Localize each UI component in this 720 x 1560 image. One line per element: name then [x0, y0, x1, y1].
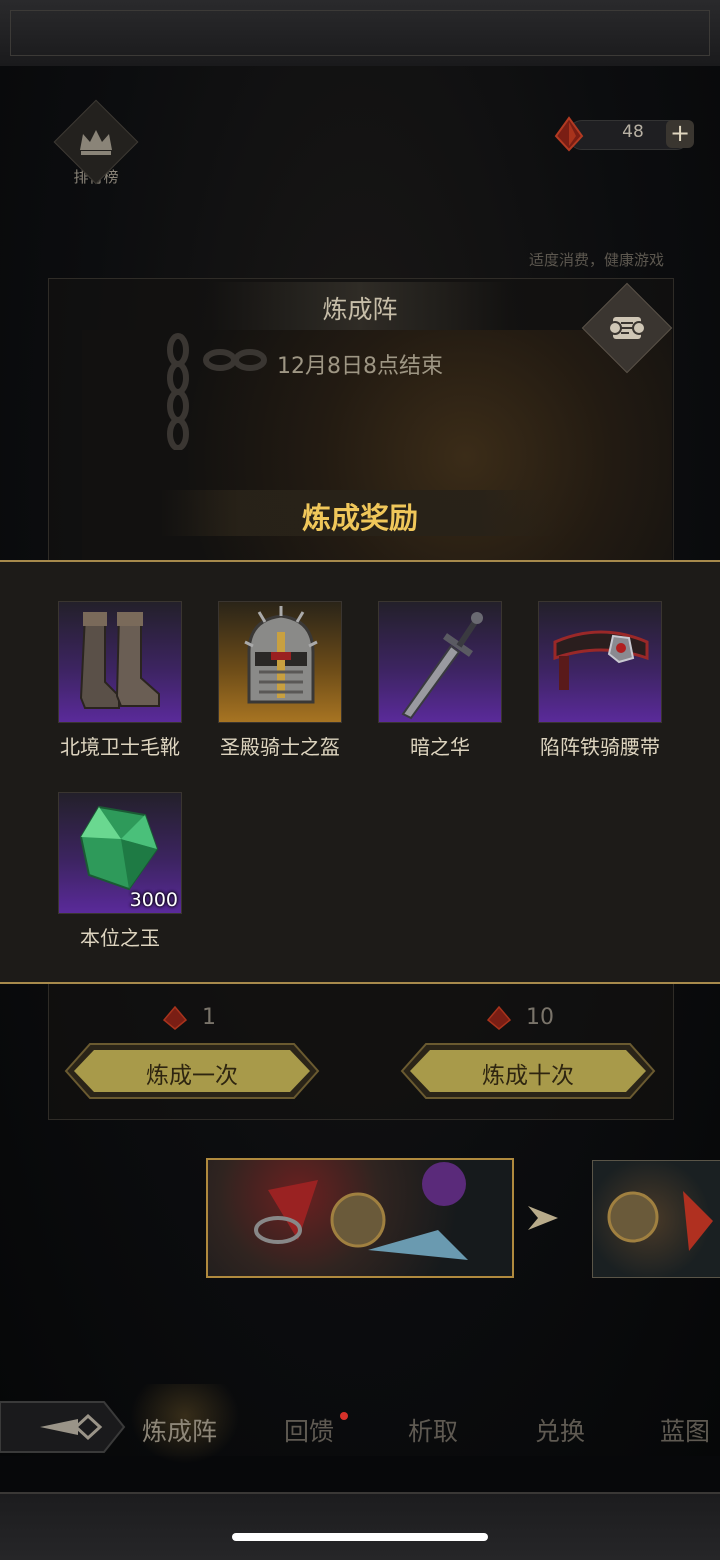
banner-next[interactable]: [592, 1160, 720, 1278]
bottom-tab-bar: 炼成阵 回馈 析取 兑换 蓝图: [0, 1394, 720, 1464]
bottom-frame: [0, 1492, 720, 1560]
craft-ten-label: 炼成十次: [482, 1063, 574, 1089]
back-button[interactable]: [0, 1394, 126, 1460]
red-crystal-icon: [162, 1005, 188, 1030]
red-crystal-icon: [486, 1005, 512, 1030]
banner-current[interactable]: [206, 1158, 514, 1278]
craft-once-button[interactable]: 炼成一次: [64, 1042, 320, 1100]
reward-item[interactable]: 陷阵铁骑腰带: [520, 601, 680, 760]
craft-ten-button[interactable]: 炼成十次: [400, 1042, 656, 1100]
banner-artwork: [254, 1162, 468, 1260]
sword-icon: [401, 612, 483, 720]
single-cost-value: 1: [202, 1005, 216, 1030]
notification-badge: [340, 1412, 348, 1420]
belt-icon: [553, 630, 649, 690]
tab-exchange[interactable]: 兑换: [535, 1412, 585, 1448]
craft-once-label: 炼成一次: [146, 1063, 238, 1089]
crown-icon: [80, 130, 112, 155]
top-frame: [0, 0, 720, 68]
reward-icon-frame: [378, 601, 502, 723]
reward-name: 陷阵铁骑腰带: [540, 735, 660, 759]
reward-item[interactable]: 暗之华: [360, 601, 520, 760]
reward-name: 暗之华: [410, 735, 470, 759]
helmet-icon: [244, 606, 318, 704]
banner-artwork: [607, 1191, 713, 1251]
next-arrow-icon[interactable]: [526, 1204, 560, 1232]
reward-quantity: 3000: [129, 889, 178, 911]
reward-name: 圣殿骑士之盔: [220, 735, 340, 759]
single-cost: 1: [160, 1005, 216, 1030]
reward-name: 本位之玉: [80, 926, 160, 950]
add-currency-button[interactable]: +: [666, 120, 694, 148]
home-indicator[interactable]: [232, 1533, 488, 1541]
boots-icon: [79, 612, 160, 709]
reward-name: 北境卫士毛靴: [60, 735, 180, 759]
reward-icon-frame: [218, 601, 342, 723]
currency-amount: 48: [622, 122, 644, 142]
tab-feedback[interactable]: 回馈: [284, 1412, 334, 1448]
ranking-button[interactable]: 排行榜: [53, 99, 139, 187]
health-notice: 适度消费，健康游戏: [528, 251, 664, 269]
currency-display: 48 +: [548, 116, 698, 152]
ten-cost: 10: [484, 1005, 554, 1030]
reward-icon-frame: [58, 601, 182, 723]
ten-cost-value: 10: [526, 1005, 554, 1030]
reward-icon-frame: 3000: [58, 792, 182, 914]
reward-item[interactable]: 3000 本位之玉: [40, 792, 200, 951]
tab-blueprint[interactable]: 蓝图: [660, 1412, 710, 1448]
tab-alchemy[interactable]: 炼成阵: [142, 1412, 217, 1448]
scroll-icon: [608, 317, 646, 339]
reward-title: 炼成奖励: [301, 501, 418, 535]
reward-icon-frame: [538, 601, 662, 723]
tab-extract[interactable]: 析取: [408, 1412, 458, 1448]
red-crystal-icon: [554, 116, 584, 152]
reward-item[interactable]: 北境卫士毛靴: [40, 601, 200, 760]
reward-item[interactable]: 圣殿骑士之盔: [200, 601, 360, 760]
